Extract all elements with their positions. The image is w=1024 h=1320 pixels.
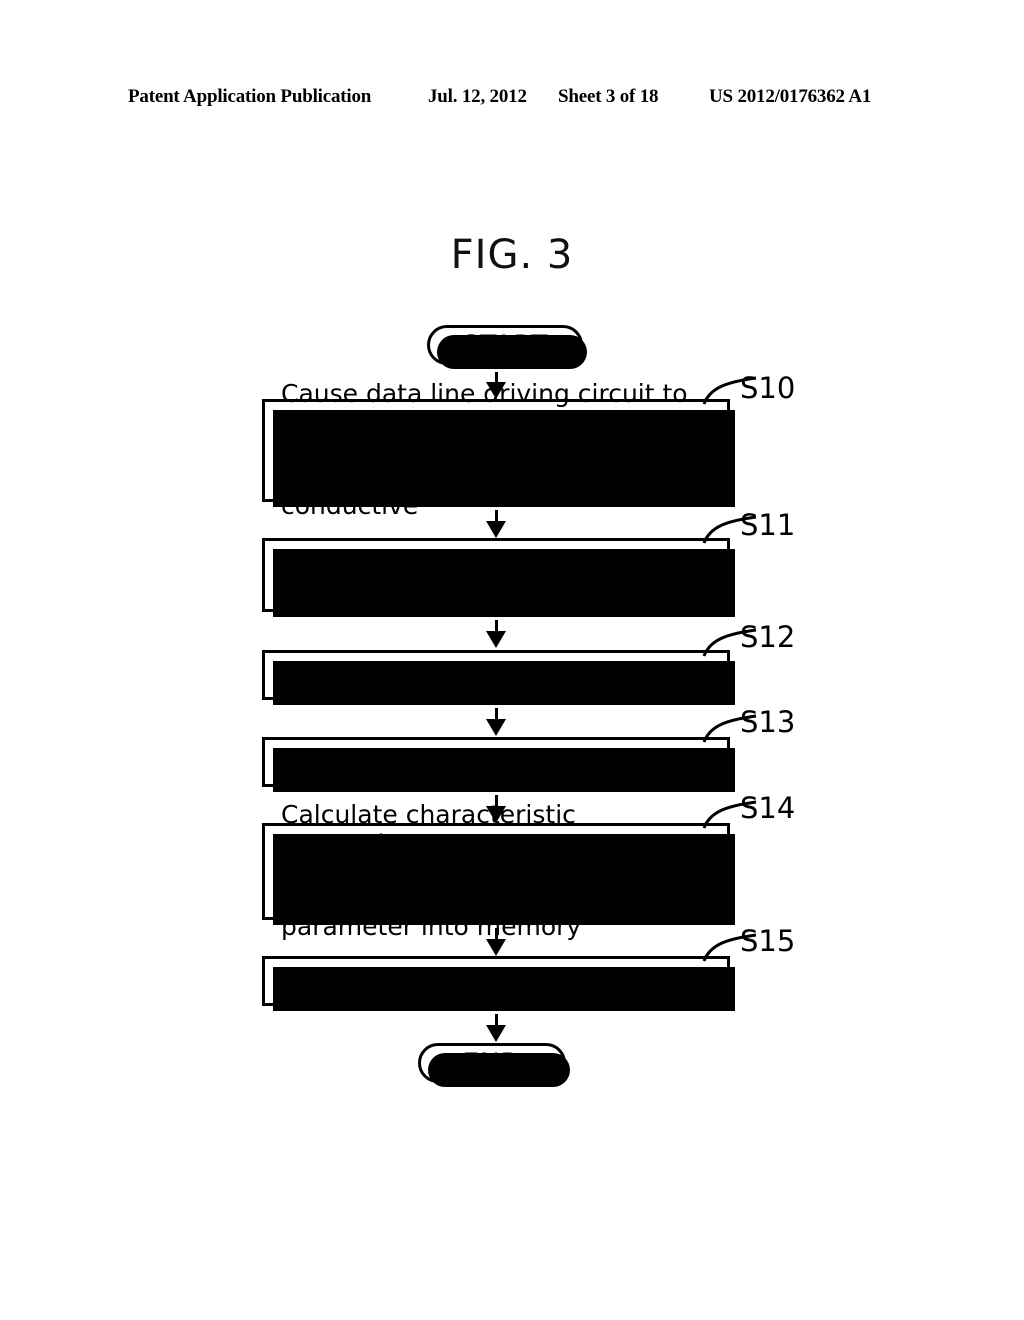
process-box-s12: Start supply of test current: [262, 650, 735, 705]
step-ref-s11: S11: [740, 508, 796, 542]
start-label: START: [462, 329, 548, 361]
arrowhead-s10-to-s11: [486, 521, 506, 538]
end-terminator: END: [418, 1043, 570, 1087]
process-text-s15: Suspend supply of test current: [304, 965, 690, 994]
step-ref-s10: S10: [740, 371, 796, 405]
process-text-s13: Detect voltage of data line: [329, 746, 665, 775]
step-ref-s13: S13: [740, 705, 796, 739]
process-box-s14: Calculate characteristic parameter, and …: [262, 800, 735, 940]
flowchart: START Cause data line driving circuit to…: [0, 0, 1024, 1320]
process-text-s12: Start supply of test current: [328, 659, 666, 688]
process-box-s11: Turn on switching transistor and test tr…: [262, 538, 735, 617]
process-box-s13: Detect voltage of data line: [262, 737, 735, 792]
arrowhead-s11-to-s12: [486, 631, 506, 648]
start-terminator: START: [427, 325, 587, 369]
arrowhead-s14-to-s15: [486, 939, 506, 956]
process-text-s14: Calculate characteristic parameter, and …: [281, 799, 582, 941]
process-box-s15: Suspend supply of test current: [262, 956, 735, 1011]
arrowhead-s12-to-s13: [486, 719, 506, 736]
step-ref-s14: S14: [740, 791, 796, 825]
end-label: END: [462, 1047, 522, 1079]
process-box-s10: Cause data line driving circuit to be no…: [262, 379, 735, 519]
process-text-s11: Turn on switching transistor and test tr…: [281, 545, 683, 602]
step-ref-s15: S15: [740, 924, 796, 958]
arrowhead-s15-to-end: [486, 1025, 506, 1042]
step-ref-s12: S12: [740, 620, 796, 654]
process-text-s10: Cause data line driving circuit to be no…: [281, 378, 692, 520]
